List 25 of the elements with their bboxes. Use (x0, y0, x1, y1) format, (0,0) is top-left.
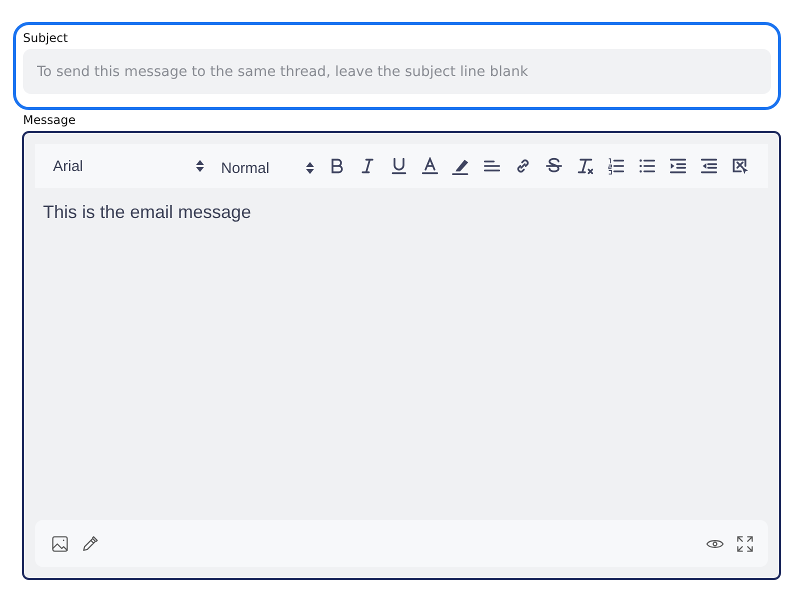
fullscreen-icon (736, 534, 754, 552)
indent-icon (668, 157, 686, 175)
subject-field[interactable]: To send this message to the same thread, leave the subject line blank (23, 49, 771, 94)
strikethrough-icon (544, 157, 562, 175)
message-body-text: This is the email message (43, 202, 252, 223)
pen-icon (81, 534, 99, 552)
bullet-list-icon (638, 157, 656, 175)
pen-button[interactable] (81, 534, 99, 552)
clear-format-icon (576, 157, 594, 175)
font-dropdown[interactable]: Arial (43, 151, 211, 181)
italic-icon (358, 157, 376, 175)
image-button[interactable] (51, 534, 69, 552)
outdent-icon (700, 157, 718, 175)
image-remove-icon (730, 157, 748, 175)
image-icon (51, 534, 69, 552)
updown-caret-icon (195, 159, 205, 173)
updown-caret-icon (305, 161, 315, 175)
field-label: Message (23, 113, 76, 127)
numbered-list-icon (606, 157, 624, 175)
text-color-icon (420, 157, 438, 175)
size-dropdown[interactable]: Normal (211, 151, 321, 181)
underline-icon (390, 157, 408, 175)
highlighter-icon (452, 157, 470, 175)
fullscreen-button[interactable] (736, 534, 754, 552)
field-label: Subject (23, 31, 68, 45)
